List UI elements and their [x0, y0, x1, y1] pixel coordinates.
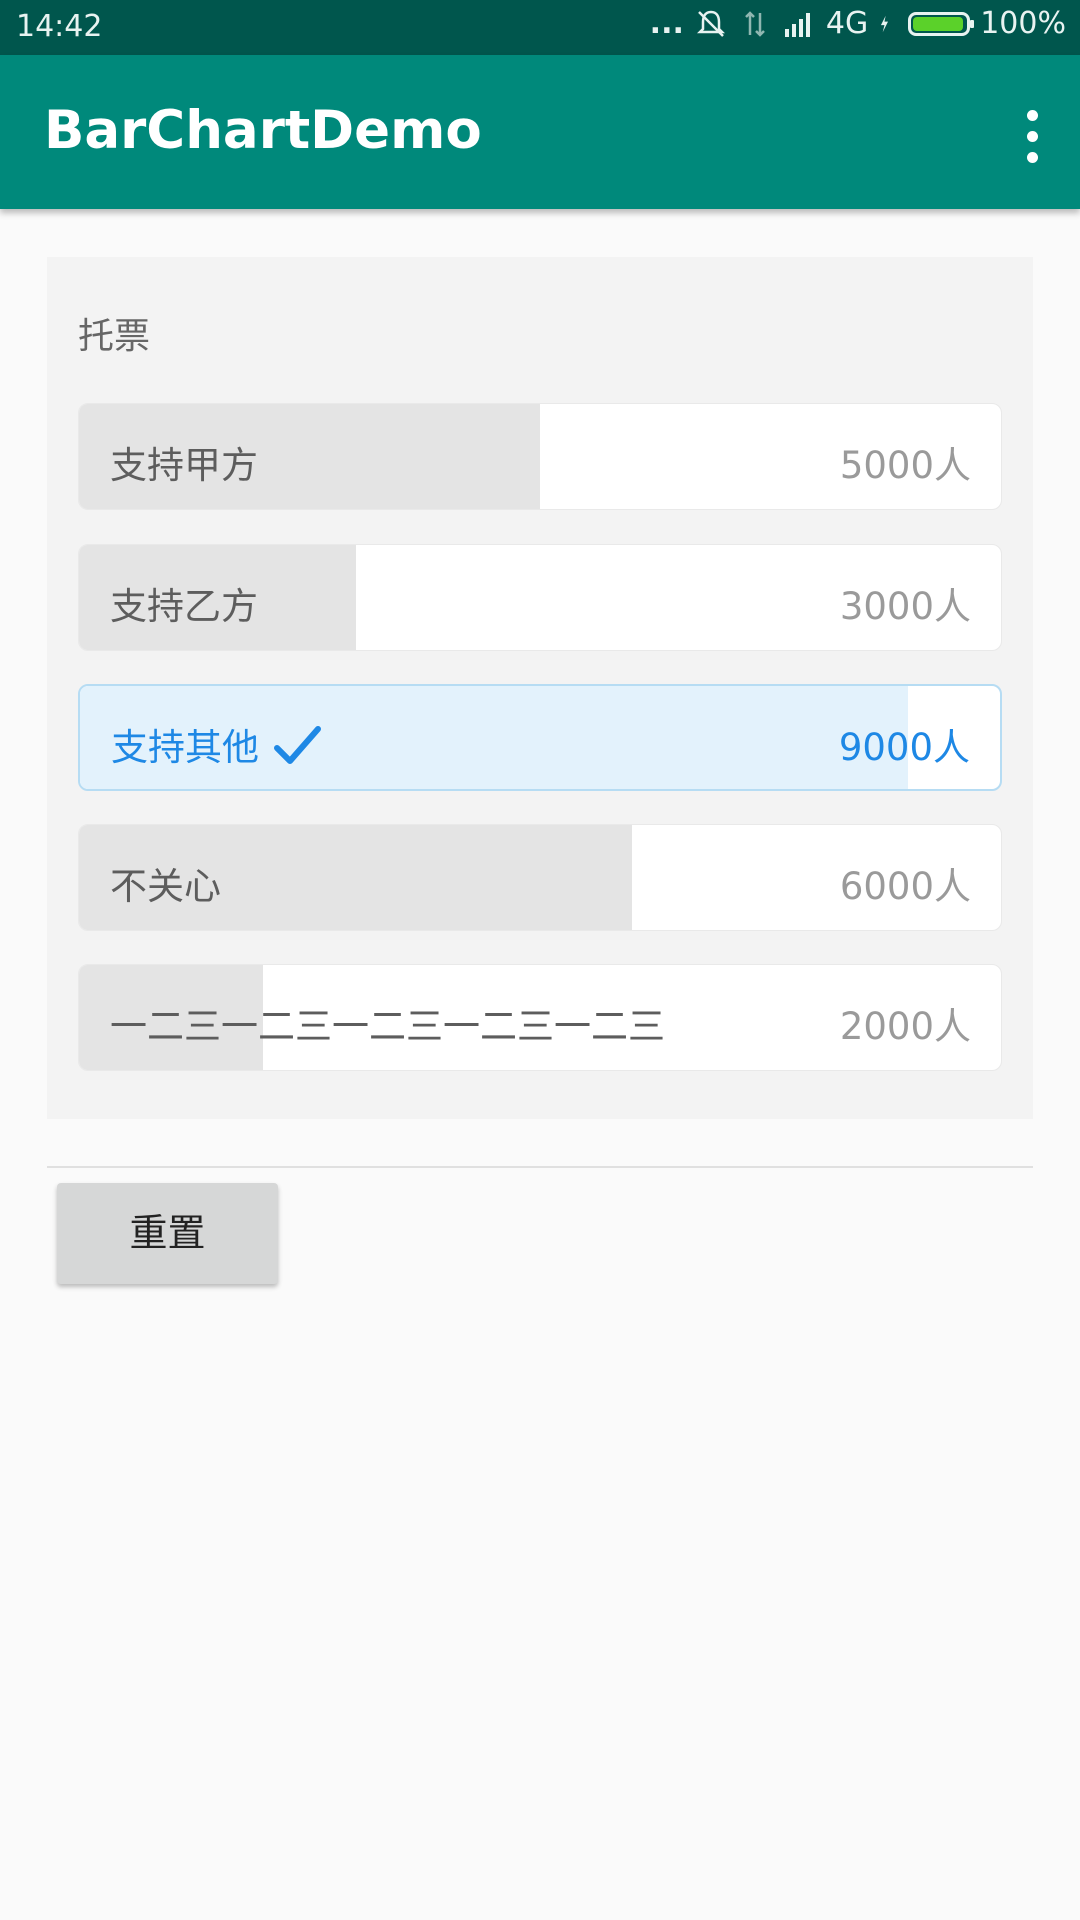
- vote-option-label: 不关心: [110, 865, 221, 908]
- divider: [47, 1166, 1033, 1168]
- network-type: 4G: [825, 6, 869, 41]
- status-bar: 14:42 ... 4G 100%: [0, 0, 1080, 55]
- battery-icon: [908, 11, 975, 36]
- reset-button[interactable]: 重置: [57, 1183, 278, 1284]
- status-time: 14:42: [16, 9, 103, 44]
- vote-option[interactable]: 一二三一二三一二三一二三一二三 2000人: [78, 964, 1002, 1071]
- vote-option-count: 3000人: [839, 585, 971, 628]
- vote-option-label: 一二三一二三一二三一二三一二三: [110, 1005, 665, 1048]
- app-title: BarChartDemo: [44, 100, 482, 161]
- charging-icon: [881, 15, 889, 32]
- vote-option-label: 支持其他: [111, 717, 323, 771]
- vote-card: 托票 支持甲方 5000人 支持乙方 3000人 支持其他 9000人 不关心 …: [47, 257, 1033, 1119]
- bell-muted-icon: [696, 10, 725, 37]
- vote-option[interactable]: 不关心 6000人: [78, 824, 1002, 931]
- vote-option-label: 支持乙方: [110, 585, 258, 628]
- data-arrows-icon: [744, 10, 765, 37]
- signal-icon: [784, 12, 810, 37]
- checkmark-icon: [274, 726, 321, 764]
- vote-option-label: 支持甲方: [110, 444, 258, 487]
- vote-option-count: 9000人: [838, 726, 970, 769]
- vote-option-count: 2000人: [839, 1005, 971, 1048]
- vote-option-count: 6000人: [839, 865, 971, 908]
- vote-option-selected[interactable]: 支持其他 9000人: [78, 684, 1002, 791]
- battery-percent: 100%: [980, 6, 1066, 41]
- vote-option-count: 5000人: [839, 444, 971, 487]
- more-dots-icon: ...: [649, 6, 684, 41]
- vote-option[interactable]: 支持甲方 5000人: [78, 403, 1002, 510]
- vote-option[interactable]: 支持乙方 3000人: [78, 544, 1002, 651]
- more-vertical-icon[interactable]: [1020, 110, 1044, 166]
- app-bar: BarChartDemo: [0, 55, 1080, 209]
- vote-heading: 托票: [78, 316, 151, 357]
- status-icons: ... 4G 100%: [650, 6, 1066, 41]
